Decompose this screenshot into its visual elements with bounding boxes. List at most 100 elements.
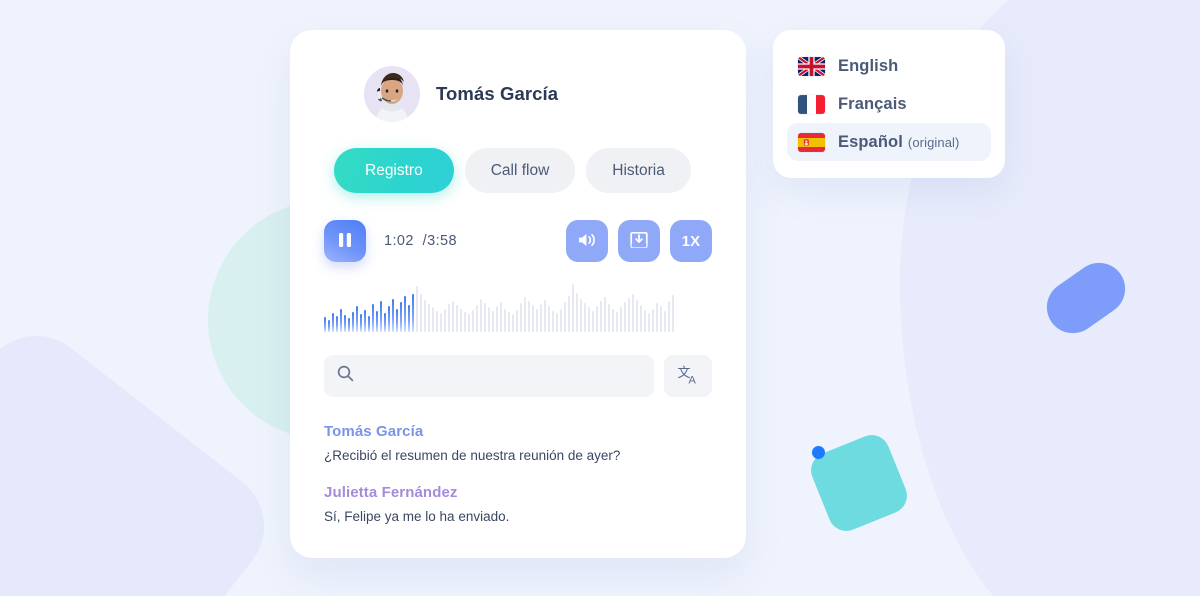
tab-historia[interactable]: Historia bbox=[586, 148, 691, 193]
language-option-espanol[interactable]: Español (original) bbox=[787, 123, 991, 161]
audio-waveform[interactable] bbox=[324, 284, 712, 332]
waveform-bar bbox=[480, 298, 482, 332]
waveform-bar bbox=[524, 296, 526, 332]
search-field[interactable] bbox=[324, 355, 654, 397]
transcript-speaker: Julietta Fernández bbox=[324, 484, 458, 502]
waveform-bar bbox=[516, 309, 518, 332]
waveform-bar bbox=[336, 316, 338, 332]
waveform-bar bbox=[512, 313, 514, 332]
waveform-bar bbox=[568, 295, 570, 332]
waveform-bar bbox=[452, 301, 454, 332]
volume-icon bbox=[576, 230, 598, 253]
waveform-bar bbox=[484, 303, 486, 332]
waveform-bar bbox=[572, 284, 574, 332]
waveform-bar bbox=[624, 302, 626, 332]
waveform-bar bbox=[444, 308, 446, 332]
volume-button[interactable] bbox=[566, 220, 608, 262]
background-square-lavender bbox=[0, 313, 287, 596]
translate-icon: 文 A bbox=[677, 364, 700, 389]
transcript-text: ¿Recibió el resumen de nuestra reunión d… bbox=[324, 448, 621, 463]
transcript-entry: Tomás García ¿Recibió el resumen de nues… bbox=[324, 423, 712, 465]
tab-call-flow[interactable]: Call flow bbox=[464, 148, 576, 193]
waveform-bar bbox=[388, 306, 390, 332]
waveform-bar bbox=[492, 310, 494, 332]
search-icon bbox=[337, 365, 354, 387]
waveform-bar bbox=[540, 304, 542, 332]
waveform-bar bbox=[672, 294, 674, 332]
waveform-bar bbox=[332, 312, 334, 332]
waveform-bar bbox=[636, 300, 638, 332]
transport-controls: 1X bbox=[566, 220, 712, 262]
waveform-bar bbox=[456, 305, 458, 332]
waveform-bar bbox=[640, 305, 642, 332]
waveform-bar bbox=[504, 308, 506, 332]
contact-name: Tomás García bbox=[436, 83, 559, 104]
waveform-bar bbox=[528, 301, 530, 332]
waveform-bar bbox=[348, 318, 350, 332]
transcript-speaker: Tomás García bbox=[324, 423, 424, 440]
waveform-bar bbox=[412, 293, 414, 332]
waveform-bar bbox=[520, 303, 522, 332]
download-button[interactable] bbox=[618, 220, 660, 262]
waveform-bar bbox=[472, 309, 474, 332]
waveform-bar bbox=[628, 297, 630, 332]
waveform-bar bbox=[612, 308, 614, 332]
waveform-bar bbox=[608, 304, 610, 332]
background-pill-blue bbox=[1036, 252, 1136, 344]
waveform-bar bbox=[596, 306, 598, 332]
waveform-bar bbox=[328, 320, 330, 332]
language-option-francais[interactable]: Français bbox=[787, 85, 991, 123]
time-display: 1:02 /3:58 bbox=[384, 233, 457, 249]
waveform-bar bbox=[644, 309, 646, 332]
waveform-bar bbox=[580, 298, 582, 332]
language-panel: English Français Español (original) bbox=[773, 30, 1005, 178]
waveform-bar bbox=[668, 301, 670, 332]
waveform-bar bbox=[536, 308, 538, 332]
waveform-bar bbox=[600, 301, 602, 332]
waveform-bar bbox=[656, 303, 658, 332]
waveform-bar bbox=[392, 298, 394, 332]
waveform-bar bbox=[356, 306, 358, 332]
flag-spain-icon bbox=[798, 132, 825, 152]
waveform-bar bbox=[576, 292, 578, 332]
pause-button[interactable] bbox=[324, 220, 366, 262]
tab-row: Registro Call flow Historia bbox=[324, 148, 712, 193]
waveform-bar bbox=[372, 304, 374, 332]
speed-button[interactable]: 1X bbox=[670, 220, 712, 262]
waveform-bar bbox=[652, 308, 654, 332]
search-input[interactable] bbox=[363, 368, 641, 384]
waveform-bar bbox=[384, 312, 386, 332]
waveform-bar bbox=[364, 309, 366, 332]
language-label: Español (original) bbox=[838, 132, 960, 151]
waveform-bar bbox=[664, 310, 666, 332]
waveform-bar bbox=[440, 312, 442, 332]
waveform-bar bbox=[632, 293, 634, 332]
waveform-bar bbox=[436, 310, 438, 332]
waveform-bar bbox=[496, 306, 498, 332]
call-player-card: Tomás García Registro Call flow Historia… bbox=[290, 30, 746, 558]
svg-text:A: A bbox=[688, 374, 696, 386]
waveform-bar bbox=[488, 307, 490, 332]
waveform-bar bbox=[448, 304, 450, 332]
search-row: 文 A bbox=[324, 355, 712, 397]
waveform-bar bbox=[508, 311, 510, 332]
tab-registro[interactable]: Registro bbox=[334, 148, 454, 193]
waveform-bar bbox=[344, 314, 346, 332]
language-option-english[interactable]: English bbox=[787, 47, 991, 85]
waveform-bar bbox=[604, 296, 606, 332]
translate-button[interactable]: 文 A bbox=[664, 355, 712, 397]
waveform-bar bbox=[408, 305, 410, 332]
waveform-bar bbox=[500, 302, 502, 332]
waveform-bar bbox=[376, 310, 378, 332]
waveform-bar bbox=[544, 300, 546, 332]
waveform-bar bbox=[420, 293, 422, 332]
waveform-bar bbox=[432, 307, 434, 332]
waveform-bar bbox=[592, 310, 594, 332]
card-header: Tomás García bbox=[324, 66, 712, 122]
avatar bbox=[364, 66, 420, 122]
waveform-bar bbox=[564, 302, 566, 332]
app-screen: Tomás García Registro Call flow Historia… bbox=[0, 0, 1200, 596]
background-dot-blue bbox=[812, 446, 825, 459]
waveform-bar bbox=[468, 313, 470, 332]
waveform-bar bbox=[460, 308, 462, 332]
